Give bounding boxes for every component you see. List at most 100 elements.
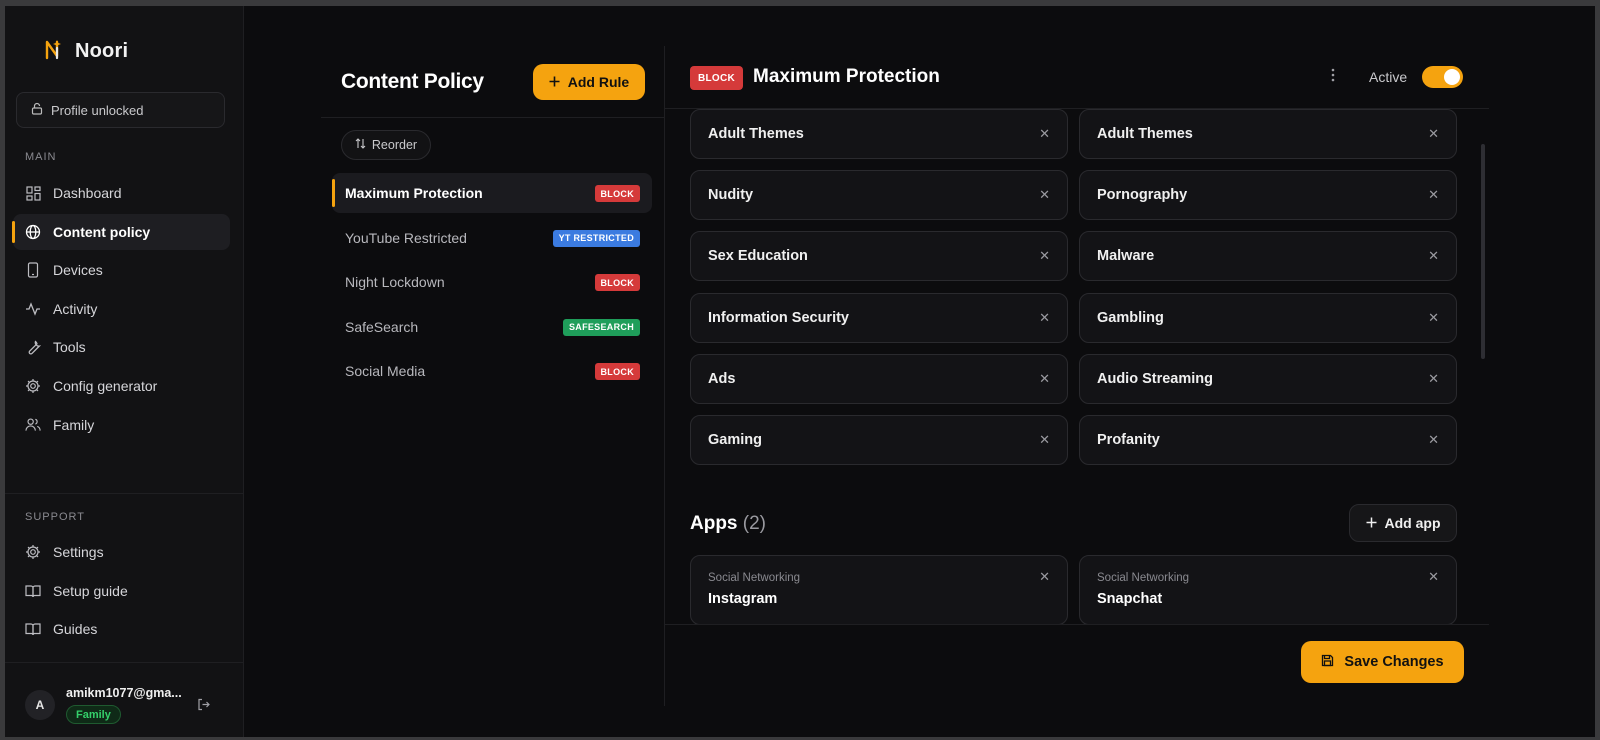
- active-label: Active: [1369, 69, 1408, 85]
- nav-item-tools[interactable]: Tools: [13, 329, 230, 365]
- close-icon[interactable]: ✕: [1428, 310, 1439, 326]
- active-toggle[interactable]: [1422, 66, 1463, 88]
- main-nav: Dashboard Content policy Devices Activit…: [12, 175, 230, 445]
- nav-item-config-generator[interactable]: Config generator: [13, 368, 230, 404]
- nav-item-family[interactable]: Family: [13, 407, 230, 443]
- users-icon: [25, 417, 41, 433]
- nav-label: Tools: [53, 339, 86, 356]
- reorder-label: Reorder: [371, 138, 418, 152]
- close-icon[interactable]: ✕: [1039, 432, 1050, 448]
- plus-icon: [549, 74, 560, 90]
- category-chip: Ads ✕: [690, 354, 1068, 404]
- rule-item[interactable]: Night Lockdown BLOCK: [332, 262, 652, 302]
- rule-name: Maximum Protection: [345, 185, 483, 201]
- close-icon[interactable]: ✕: [1039, 248, 1050, 264]
- add-app-button[interactable]: Add app: [1349, 504, 1457, 542]
- footer-divider: [665, 624, 1489, 625]
- app-name: Noori: [75, 40, 129, 62]
- close-icon[interactable]: ✕: [1428, 248, 1439, 264]
- nav-label: Devices: [53, 262, 103, 279]
- rule-name: Night Lockdown: [345, 274, 445, 291]
- rule-item[interactable]: SafeSearch SAFESEARCH: [332, 307, 652, 347]
- close-icon[interactable]: ✕: [1428, 126, 1439, 142]
- unlock-icon: [31, 102, 43, 118]
- dashboard-icon: [25, 185, 41, 201]
- close-icon[interactable]: ✕: [1428, 187, 1439, 203]
- support-nav: Settings Setup guide Guides: [13, 534, 230, 650]
- nav-item-dashboard[interactable]: Dashboard: [13, 175, 230, 211]
- reorder-icon: [355, 138, 366, 152]
- nav-item-devices[interactable]: Devices: [13, 252, 230, 288]
- rule-item[interactable]: Maximum Protection BLOCK: [332, 173, 652, 213]
- category-label: Gambling: [1097, 310, 1164, 326]
- logout-icon[interactable]: [197, 698, 210, 716]
- nav-label: Settings: [53, 544, 104, 560]
- rule-tag: BLOCK: [594, 274, 640, 292]
- category-label: Audio Streaming: [1097, 371, 1214, 387]
- book-icon: [25, 583, 41, 599]
- nav-label: Config generator: [53, 377, 158, 394]
- scrollbar[interactable]: [1481, 144, 1485, 359]
- logo-icon: [43, 36, 69, 67]
- apps-heading: Apps (2): [690, 513, 766, 535]
- category-chip: Pornography ✕: [1079, 170, 1457, 220]
- save-icon: [1321, 654, 1334, 671]
- avatar[interactable]: A: [25, 690, 55, 720]
- nav-label: Content policy: [53, 223, 151, 240]
- reorder-button[interactable]: Reorder: [341, 130, 431, 160]
- nav-label: Setup guide: [53, 582, 128, 599]
- nav-label: Activity: [53, 300, 98, 317]
- close-icon[interactable]: ✕: [1428, 371, 1439, 387]
- globe-icon: [25, 224, 41, 240]
- profile-lock-button[interactable]: Profile unlocked: [16, 92, 225, 128]
- more-options-icon[interactable]: [1331, 68, 1335, 87]
- close-icon[interactable]: ✕: [1428, 432, 1439, 448]
- nav-item-settings[interactable]: Settings: [13, 534, 230, 570]
- save-label: Save Changes: [1344, 654, 1444, 670]
- nav-item-setup-guide[interactable]: Setup guide: [13, 573, 230, 609]
- category-chip: Audio Streaming ✕: [1079, 354, 1457, 404]
- detail-scroll-area[interactable]: Adult Themes ✕ Adult Themes ✕ Nudity ✕ Porn…: [665, 109, 1489, 625]
- page-title: Content Policy: [341, 70, 484, 93]
- nav-label: Dashboard: [53, 185, 122, 201]
- book-icon: [25, 621, 41, 637]
- gear-icon: [25, 544, 41, 560]
- category-chip: Malware ✕: [1079, 231, 1457, 281]
- category-label: Malware: [1097, 248, 1155, 264]
- user-email: amikm1077@gma...: [66, 686, 182, 700]
- app-logo[interactable]: Noori: [43, 36, 128, 67]
- close-icon[interactable]: ✕: [1039, 569, 1050, 585]
- rule-tag: BLOCK: [594, 363, 640, 381]
- rule-item[interactable]: Social Media BLOCK: [332, 351, 652, 391]
- gear-icon: [25, 378, 41, 394]
- rule-item[interactable]: YouTube Restricted YT RESTRICTED: [332, 218, 652, 258]
- apps-count: (2): [742, 513, 767, 534]
- device-icon: [25, 262, 41, 278]
- category-label: Nudity: [708, 187, 754, 203]
- close-icon[interactable]: ✕: [1039, 371, 1050, 387]
- rule-tag: SAFESEARCH: [562, 318, 640, 336]
- category-label: Adult Themes: [708, 126, 804, 142]
- nav-item-guides[interactable]: Guides: [13, 611, 230, 647]
- nav-item-content-policy[interactable]: Content policy: [12, 213, 230, 250]
- nav-label: Family: [53, 416, 95, 433]
- close-icon[interactable]: ✕: [1039, 126, 1050, 142]
- category-label: Gaming: [708, 432, 762, 448]
- add-rule-button[interactable]: Add Rule: [533, 64, 645, 100]
- close-icon[interactable]: ✕: [1428, 569, 1439, 585]
- close-icon[interactable]: ✕: [1039, 310, 1050, 326]
- rules-panel: Content Policy Add Rule Reorder Maximum …: [321, 46, 665, 706]
- save-changes-button[interactable]: Save Changes: [1301, 641, 1464, 683]
- nav-label: Guides: [53, 621, 98, 638]
- category-chip: Gaming ✕: [690, 415, 1068, 465]
- rule-name: SafeSearch: [345, 318, 419, 335]
- sidebar: Noori Profile unlocked MAIN Dashboard Co…: [5, 6, 244, 737]
- close-icon[interactable]: ✕: [1039, 187, 1050, 203]
- category-chip: Sex Education ✕: [690, 231, 1068, 281]
- app-category: Social Networking: [708, 572, 801, 584]
- add-rule-label: Add Rule: [567, 74, 630, 90]
- nav-item-activity[interactable]: Activity: [13, 291, 230, 327]
- app-card: Social Networking Instagram ✕: [690, 555, 1068, 625]
- app-category: Social Networking: [1097, 572, 1190, 584]
- category-chip: Nudity ✕: [690, 170, 1068, 220]
